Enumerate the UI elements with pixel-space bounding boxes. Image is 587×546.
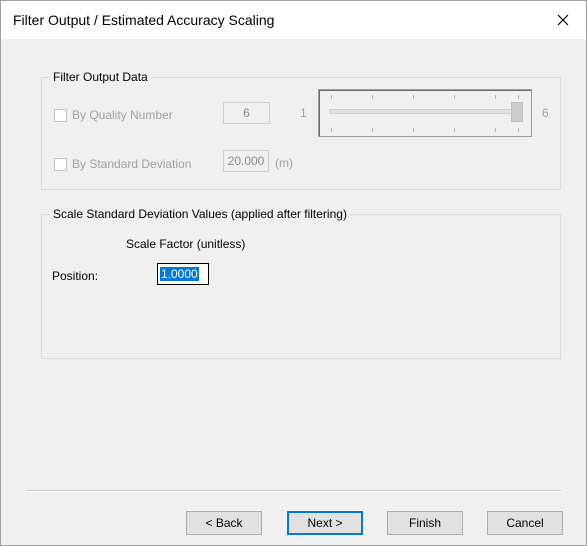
- back-button[interactable]: < Back: [186, 511, 262, 535]
- slider-track: [329, 109, 523, 114]
- quality-number-value: 6: [243, 106, 250, 120]
- dialog-content: Filter Output Data By Quality Number 6 1: [1, 39, 586, 545]
- quality-number-label: By Quality Number: [72, 108, 173, 122]
- dialog-title: Filter Output / Estimated Accuracy Scali…: [13, 12, 275, 28]
- quality-number-field[interactable]: 6: [223, 102, 270, 124]
- quality-slider[interactable]: [318, 89, 532, 137]
- scale-factor-header: Scale Factor (unitless): [126, 237, 246, 251]
- close-button[interactable]: [540, 1, 586, 39]
- position-scale-input[interactable]: 1.0000: [157, 263, 209, 285]
- position-label: Position:: [52, 269, 99, 283]
- position-scale-value: 1.0000: [160, 267, 199, 281]
- dialog-window: Filter Output / Estimated Accuracy Scali…: [0, 0, 587, 546]
- slider-thumb[interactable]: [511, 102, 523, 122]
- standard-deviation-label: By Standard Deviation: [72, 157, 192, 171]
- standard-deviation-unit: (m): [275, 156, 293, 170]
- filter-output-group: Filter Output Data By Quality Number 6 1: [41, 70, 561, 190]
- close-icon: [557, 14, 569, 26]
- filter-output-legend: Filter Output Data: [50, 70, 151, 84]
- slider-max-label: 6: [542, 106, 549, 120]
- scale-group: Scale Standard Deviation Values (applied…: [41, 207, 561, 359]
- cancel-button-label: Cancel: [506, 516, 544, 530]
- slider-min-label: 1: [300, 106, 307, 120]
- quality-number-checkbox[interactable]: [54, 109, 67, 122]
- button-separator: [27, 490, 561, 492]
- next-button-label: Next >: [307, 516, 343, 530]
- scale-group-legend: Scale Standard Deviation Values (applied…: [50, 207, 350, 221]
- standard-deviation-field[interactable]: 20.000: [223, 150, 269, 172]
- finish-button[interactable]: Finish: [387, 511, 463, 535]
- standard-deviation-value: 20.000: [227, 154, 265, 168]
- back-button-label: < Back: [205, 516, 243, 530]
- title-bar: Filter Output / Estimated Accuracy Scali…: [1, 1, 586, 39]
- next-button[interactable]: Next >: [287, 511, 363, 535]
- cancel-button[interactable]: Cancel: [487, 511, 563, 535]
- standard-deviation-checkbox[interactable]: [54, 158, 67, 171]
- finish-button-label: Finish: [408, 516, 441, 530]
